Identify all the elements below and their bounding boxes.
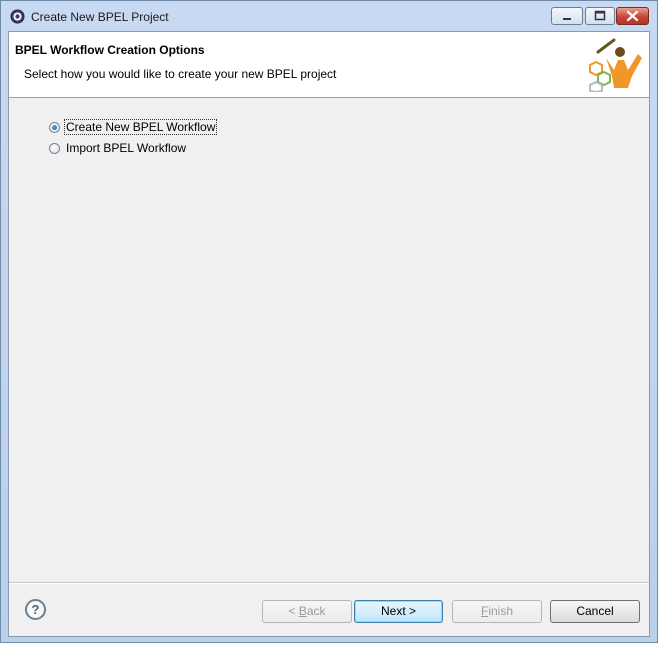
- option-create-new-workflow[interactable]: Create New BPEL Workflow: [49, 118, 218, 136]
- back-rest: ack: [306, 604, 326, 618]
- create-new-label[interactable]: Create New BPEL Workflow: [63, 119, 218, 135]
- next-button[interactable]: Next >: [354, 600, 443, 623]
- back-prefix: <: [288, 604, 299, 618]
- help-glyph: ?: [31, 602, 40, 617]
- close-icon: [626, 10, 639, 22]
- bpel-wizard-logo: [589, 38, 642, 92]
- wizard-content: BPEL Workflow Creation Options Select ho…: [8, 31, 650, 637]
- create-new-radio[interactable]: [49, 121, 60, 133]
- wizard-window: Create New BPEL Project BPEL Workflow Cr…: [0, 0, 658, 643]
- minimize-icon: [563, 18, 571, 20]
- finish-button[interactable]: Finish: [452, 600, 542, 623]
- wizard-header: BPEL Workflow Creation Options Select ho…: [9, 32, 649, 98]
- window-title: Create New BPEL Project: [31, 10, 169, 24]
- eclipse-app-icon: [10, 9, 25, 24]
- close-button[interactable]: [616, 7, 649, 25]
- import-radio[interactable]: [49, 142, 60, 154]
- maximize-icon: [594, 10, 606, 21]
- title-bar[interactable]: Create New BPEL Project: [1, 1, 657, 31]
- page-title: BPEL Workflow Creation Options: [15, 43, 205, 57]
- back-mnemonic: B: [298, 604, 307, 618]
- page-description: Select how you would like to create your…: [24, 67, 337, 81]
- option-import-workflow[interactable]: Import BPEL Workflow: [49, 139, 187, 157]
- back-button[interactable]: < Back: [262, 600, 352, 623]
- help-icon[interactable]: ?: [25, 599, 46, 620]
- button-bar-separator: [9, 582, 649, 584]
- maximize-button[interactable]: [585, 7, 615, 25]
- finish-rest: inish: [488, 604, 514, 618]
- cancel-button[interactable]: Cancel: [550, 600, 640, 623]
- import-label[interactable]: Import BPEL Workflow: [65, 141, 187, 155]
- minimize-button[interactable]: [551, 7, 583, 25]
